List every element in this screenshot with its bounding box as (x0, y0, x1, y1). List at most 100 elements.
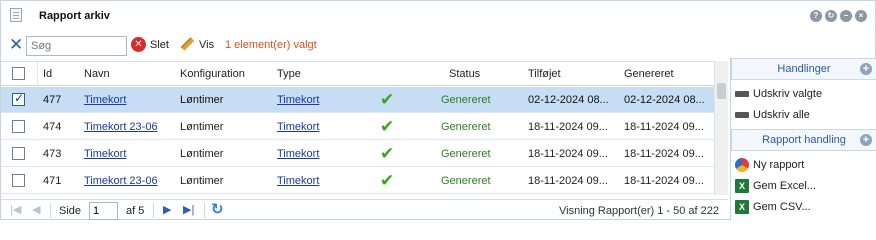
col-header-generated[interactable]: Genereret (624, 62, 714, 85)
cell-name: Timekort 23-06 (84, 168, 176, 193)
col-header-status[interactable]: Status (449, 62, 519, 85)
refresh-window-icon[interactable]: ↻ (825, 10, 837, 22)
col-header-name[interactable]: Navn (84, 62, 174, 85)
side-panel: Handlinger + Udskriv valgte Udskriv alle… (730, 58, 876, 221)
printer-icon (735, 109, 749, 123)
last-page-icon[interactable]: ▶| (183, 204, 194, 216)
report-grid: Id Navn Konfiguration Type Status Tilføj… (1, 61, 714, 195)
selected-count: 1 element(er) valgt (225, 39, 317, 51)
row-checkbox[interactable] (12, 174, 25, 187)
refresh-icon[interactable]: ↻ (211, 202, 224, 217)
window-title: Rapport arkiv (39, 10, 110, 22)
cell-generated: 02-12-2024 08... (624, 93, 705, 106)
cell-type: Timekort (277, 114, 369, 139)
print-selected-action[interactable]: Udskriv valgte (735, 88, 823, 102)
checkmark-icon: ✔ (380, 170, 395, 190)
cell-name: Timekort (84, 87, 176, 112)
report-type-link[interactable]: Timekort (277, 175, 319, 187)
view-button[interactable]: Vis (179, 37, 214, 53)
printer-icon (735, 88, 749, 102)
search-input[interactable] (26, 36, 127, 56)
report-type-link[interactable]: Timekort (277, 148, 319, 160)
cell-generated: 18-11-2024 09... (624, 147, 704, 160)
actions-panel-header[interactable]: Handlinger + (731, 58, 876, 80)
col-header-type[interactable]: Type (277, 62, 367, 85)
checkmark-icon: ✔ (380, 143, 395, 163)
scrollbar-thumb[interactable] (717, 83, 726, 99)
cell-type: Timekort (277, 141, 369, 166)
status-text: Genereret (441, 174, 491, 187)
title-bar: Rapport arkiv ? ↻ − × (1, 1, 875, 31)
cell-type: Timekort (277, 168, 369, 193)
cell-added: 18-11-2024 09... (528, 147, 608, 160)
status-check-cell: ✔ (380, 114, 400, 139)
status-check-cell: ✔ (380, 87, 400, 112)
cell-status: Genereret (441, 168, 521, 193)
delete-button[interactable]: ✕ Slet (131, 37, 169, 52)
select-all-checkbox[interactable] (12, 67, 25, 80)
table-row[interactable]: 473 Timekort Løntimer Timekort ✔ Generer… (1, 141, 714, 167)
table-row[interactable]: 477 Timekort Løntimer Timekort ✔ Generer… (1, 87, 714, 113)
row-checkbox-cell (12, 114, 28, 139)
row-checkbox[interactable] (12, 147, 25, 160)
report-archive-window: Rapport arkiv ? ↻ − × ✕ ✕ Slet Vis 1 ele… (0, 0, 876, 221)
row-checkbox[interactable] (12, 120, 25, 133)
col-header-added[interactable]: Tilføjet (528, 62, 618, 85)
cell-added: 18-11-2024 09... (528, 174, 608, 187)
row-checkbox-cell (12, 168, 28, 193)
report-name-link[interactable]: Timekort 23-06 (84, 175, 158, 187)
grid-scrollbar[interactable] (714, 61, 728, 195)
first-page-icon[interactable]: |◀ (10, 204, 21, 216)
checkmark-icon: ✔ (380, 116, 395, 136)
table-row[interactable]: 471 Timekort 23-06 Løntimer Timekort ✔ G… (1, 168, 714, 194)
close-icon[interactable]: × (855, 10, 867, 22)
report-actions-panel-header[interactable]: Rapport handling + (731, 129, 876, 151)
expand-icon[interactable]: + (860, 134, 872, 146)
pencil-icon (179, 37, 195, 53)
col-header-id[interactable]: Id (43, 62, 83, 85)
display-info: Visning Rapport(er) 1 - 50 af 222 (559, 205, 719, 217)
save-csv-label: Gem CSV... (753, 201, 811, 213)
page-label: Side (59, 205, 82, 217)
prev-page-icon[interactable]: ◀ (32, 204, 40, 216)
expand-icon[interactable]: + (860, 63, 872, 75)
report-name-link[interactable]: Timekort 23-06 (84, 121, 158, 133)
document-icon (10, 8, 22, 22)
cell-id: 474 (43, 120, 62, 133)
pie-chart-icon (735, 158, 749, 172)
pager-separator (204, 203, 205, 218)
print-selected-label: Udskriv valgte (753, 88, 823, 100)
next-page-icon[interactable]: ▶ (163, 204, 171, 216)
minimize-icon[interactable]: − (840, 10, 852, 22)
report-type-link[interactable]: Timekort (277, 94, 319, 106)
report-name-link[interactable]: Timekort (84, 148, 126, 160)
toolbar: ✕ ✕ Slet Vis 1 element(er) valgt (1, 34, 875, 58)
save-csv-action[interactable]: X Gem CSV... (735, 200, 811, 214)
clear-search-icon[interactable]: ✕ (9, 36, 23, 53)
delete-label: Slet (150, 38, 169, 51)
cell-configuration: Løntimer (180, 147, 224, 160)
cell-id: 473 (43, 147, 62, 160)
cell-status: Genereret (441, 114, 521, 139)
new-report-label: Ny rapport (753, 159, 805, 171)
page-number-input[interactable] (89, 202, 118, 220)
cell-added: 02-12-2024 08... (528, 93, 609, 106)
help-icon[interactable]: ? (810, 10, 822, 22)
report-name-link[interactable]: Timekort (84, 94, 126, 106)
row-checkbox-cell (12, 141, 28, 166)
save-excel-action[interactable]: X Gem Excel... (735, 179, 816, 193)
table-row[interactable]: 474 Timekort 23-06 Løntimer Timekort ✔ G… (1, 114, 714, 140)
print-all-label: Udskriv alle (753, 109, 810, 121)
page-count-label: af 5 (126, 205, 145, 217)
pager-separator (50, 203, 51, 218)
row-checkbox[interactable] (12, 91, 25, 106)
cell-added: 18-11-2024 09... (528, 120, 608, 133)
print-all-action[interactable]: Udskriv alle (735, 109, 810, 123)
report-type-link[interactable]: Timekort (277, 121, 319, 133)
select-all-cell (12, 62, 28, 85)
cell-status: Genereret (441, 141, 521, 166)
new-report-action[interactable]: Ny rapport (735, 158, 804, 172)
report-actions-panel-title: Rapport handling (762, 134, 846, 146)
col-header-configuration[interactable]: Konfiguration (180, 62, 270, 85)
actions-panel-title: Handlinger (777, 63, 831, 75)
